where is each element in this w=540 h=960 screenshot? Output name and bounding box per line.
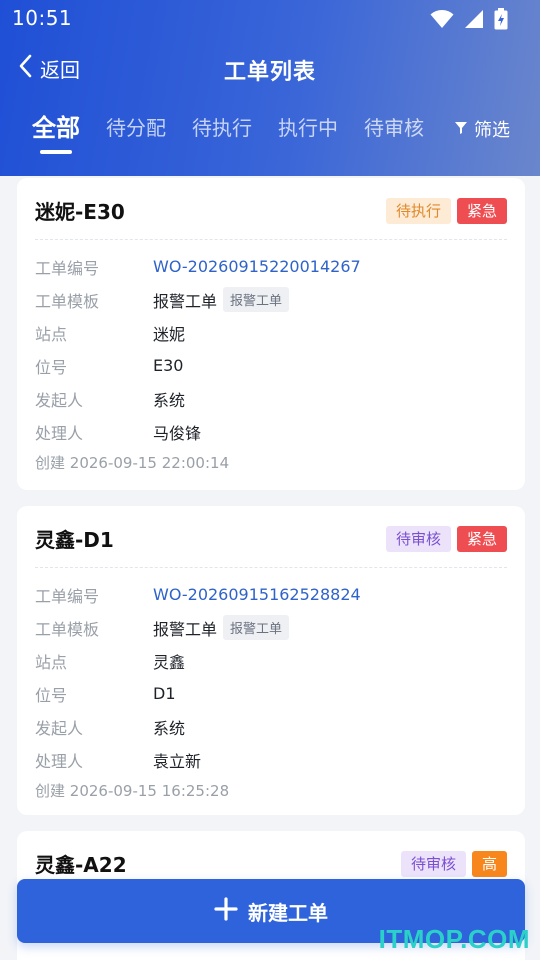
template-tag: 报警工单 [223,287,290,312]
created-time: 创建 2026-09-15 16:25:28 [35,776,507,814]
card-title: 迷妮-E30 [35,200,125,224]
status-bar: 10:51 [0,0,540,36]
signal-icon [464,9,484,33]
status-time: 10:51 [12,6,73,30]
tab-pending-execute[interactable]: 待执行 [192,108,252,141]
field-label: 发起人 [35,390,84,410]
page-title: 工单列表 [223,60,316,85]
new-work-order-label: 新建工单 [248,900,328,925]
work-order-card[interactable]: 迷妮-E30 待执行 紧急 工单编号 WO-20260915220014267 工… [17,178,525,490]
field-label: 位号 [35,685,68,705]
card-fields: 工单编号 WO-20260915220014267 工单模板 报警工单 报警工单 站点… [35,240,507,486]
priority-badge: 高 [471,851,507,877]
template-tag: 报警工单 [223,615,290,640]
created-prefix: 创建 [35,454,66,472]
field-label: 处理人 [35,423,84,443]
field-value: 报警工单 报警工单 [153,287,290,312]
field-row: 位号 E30 [35,349,507,382]
card-badges: 待执行 紧急 [385,198,507,224]
status-tabs: 全部 待分配 待执行 执行中 待审核 筛选 [0,108,540,158]
battery-charging-icon [494,8,508,34]
order-number-link[interactable]: WO-20260915162528824 [153,585,361,604]
field-label: 工单模板 [35,619,100,639]
field-row: 位号 D1 [35,677,507,710]
created-prefix: 创建 [35,782,66,800]
field-row: 站点 迷妮 [35,316,507,349]
field-label: 工单模板 [35,291,100,311]
system-icons [430,8,508,34]
template-name: 报警工单 [153,619,218,639]
card-title: 灵鑫-A22 [35,853,127,877]
priority-badge: 紧急 [456,526,507,552]
field-row: 工单编号 WO-20260915162528824 [35,578,507,611]
position-value: E30 [153,356,184,375]
card-fields: 工单编号 WO-20260915162528824 工单模板 报警工单 报警工单 站点… [35,568,507,814]
status-badge: 待审核 [385,526,451,552]
field-row: 发起人 系统 [35,710,507,743]
watermark: ITMOP.COM [378,924,530,954]
field-row: 工单编号 WO-20260915220014267 [35,250,507,283]
filter-label: 筛选 [474,120,510,141]
nav-bar: 返回 工单列表 [0,50,540,90]
card-badges: 待审核 紧急 [385,526,507,552]
position-value: D1 [153,684,176,703]
field-label: 站点 [35,652,68,672]
created-time: 创建 2026-09-15 22:00:14 [35,448,507,486]
field-label: 工单编号 [35,586,100,606]
field-row: 发起人 系统 [35,382,507,415]
field-label: 工单编号 [35,258,100,278]
handler-value: 马俊锋 [153,423,202,443]
card-header: 迷妮-E30 待执行 紧急 [35,178,507,240]
field-row: 处理人 马俊锋 [35,415,507,448]
field-row: 站点 灵鑫 [35,644,507,677]
field-row: 处理人 袁立新 [35,743,507,776]
handler-value: 袁立新 [153,751,202,771]
field-label: 位号 [35,357,68,377]
site-value: 迷妮 [153,324,186,344]
field-row: 工单模板 报警工单 报警工单 [35,611,507,644]
created-value: 2026-09-15 16:25:28 [69,782,230,800]
field-label: 站点 [35,324,68,344]
initiator-value: 系统 [153,718,186,738]
work-order-card[interactable]: 灵鑫-D1 待审核 紧急 工单编号 WO-20260915162528824 工单… [17,506,525,815]
filter-button[interactable]: 筛选 [454,116,510,142]
template-name: 报警工单 [153,291,218,311]
card-title: 灵鑫-D1 [35,528,114,552]
filter-icon [454,119,468,140]
created-value: 2026-09-15 22:00:14 [69,454,230,472]
initiator-value: 系统 [153,390,186,410]
status-badge: 待执行 [385,198,451,224]
order-number-link[interactable]: WO-20260915220014267 [153,257,361,276]
status-badge: 待审核 [400,851,466,877]
tab-all[interactable]: 全部 [32,108,80,154]
field-value: 报警工单 报警工单 [153,615,290,640]
work-order-list: 迷妮-E30 待执行 紧急 工单编号 WO-20260915220014267 工… [17,178,525,960]
tab-executing[interactable]: 执行中 [278,108,338,141]
site-value: 灵鑫 [153,652,186,672]
card-header: 灵鑫-D1 待审核 紧急 [35,506,507,568]
field-label: 处理人 [35,751,84,771]
plus-icon [214,896,238,926]
tab-pending-review[interactable]: 待审核 [364,108,424,141]
card-badges: 待审核 高 [400,851,507,877]
wifi-icon [430,9,454,33]
header: 10:51 返回 工单列表 全部 待分配 待执行 执行中 待审核 筛选 [0,0,540,176]
tab-pending-assign[interactable]: 待分配 [106,108,166,141]
tab-scroll[interactable]: 全部 待分配 待执行 执行中 待审核 [32,108,436,158]
field-row: 工单模板 报警工单 报警工单 [35,283,507,316]
priority-badge: 紧急 [456,198,507,224]
field-label: 发起人 [35,718,84,738]
